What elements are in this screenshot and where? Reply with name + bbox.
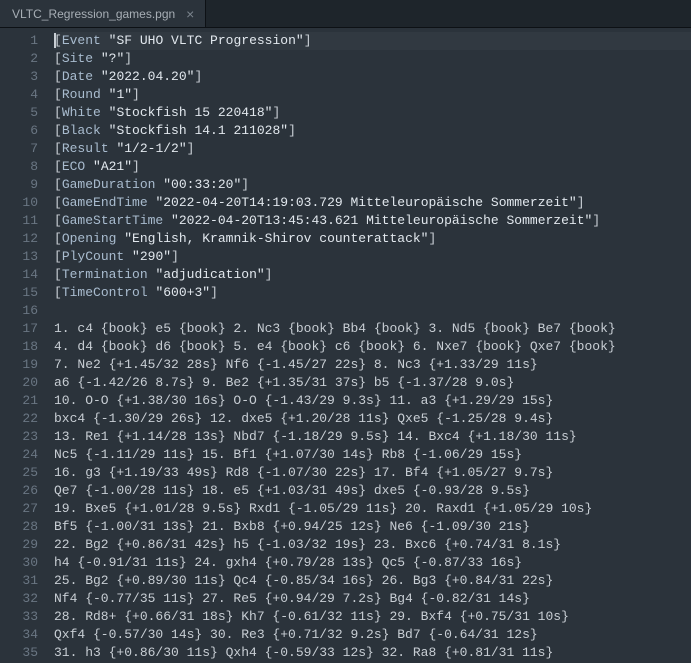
code-line[interactable]: 31. h3 {+0.86/30 11s} Qxh4 {-0.59/33 12s… bbox=[54, 644, 691, 662]
code-line[interactable]: 19. Bxe5 {+1.01/28 9.5s} Rxd1 {-1.05/29 … bbox=[54, 500, 691, 518]
code-line[interactable]: 1. c4 {book} e5 {book} 2. Nc3 {book} Bb4… bbox=[54, 320, 691, 338]
code-line[interactable]: Qe7 {-1.00/28 11s} 18. e5 {+1.03/31 49s}… bbox=[54, 482, 691, 500]
line-number: 26 bbox=[0, 482, 48, 500]
code-line[interactable]: bxc4 {-1.30/29 26s} 12. dxe5 {+1.20/28 1… bbox=[54, 410, 691, 428]
code-line[interactable]: [Date "2022.04.20"] bbox=[54, 68, 691, 86]
line-number: 35 bbox=[0, 644, 48, 662]
line-number: 21 bbox=[0, 392, 48, 410]
line-number: 10 bbox=[0, 194, 48, 212]
code-line[interactable]: [Termination "adjudication"] bbox=[54, 266, 691, 284]
code-line[interactable]: 4. d4 {book} d6 {book} 5. e4 {book} c6 {… bbox=[54, 338, 691, 356]
code-line[interactable]: Nc5 {-1.11/29 11s} 15. Bf1 {+1.07/30 14s… bbox=[54, 446, 691, 464]
code-line[interactable]: [Site "?"] bbox=[54, 50, 691, 68]
line-number: 9 bbox=[0, 176, 48, 194]
line-number: 1 bbox=[0, 32, 48, 50]
code-line[interactable]: [GameStartTime "2022-04-20T13:45:43.621 … bbox=[54, 212, 691, 230]
line-number: 23 bbox=[0, 428, 48, 446]
line-number: 25 bbox=[0, 464, 48, 482]
line-number: 18 bbox=[0, 338, 48, 356]
editor[interactable]: 1234567891011121314151617181920212223242… bbox=[0, 28, 691, 663]
code-line[interactable]: 7. Ne2 {+1.45/32 28s} Nf6 {-1.45/27 22s}… bbox=[54, 356, 691, 374]
line-number-gutter: 1234567891011121314151617181920212223242… bbox=[0, 28, 48, 663]
code-line[interactable]: 13. Re1 {+1.14/28 13s} Nbd7 {-1.18/29 9.… bbox=[54, 428, 691, 446]
code-line[interactable]: Nf4 {-0.77/35 11s} 27. Re5 {+0.94/29 7.2… bbox=[54, 590, 691, 608]
code-line[interactable]: [Round "1"] bbox=[54, 86, 691, 104]
code-line[interactable]: 10. O-O {+1.38/30 16s} O-O {-1.43/29 9.3… bbox=[54, 392, 691, 410]
code-line[interactable]: 16. g3 {+1.19/33 49s} Rd8 {-1.07/30 22s}… bbox=[54, 464, 691, 482]
line-number: 16 bbox=[0, 302, 48, 320]
code-line[interactable]: a6 {-1.42/26 8.7s} 9. Be2 {+1.35/31 37s}… bbox=[54, 374, 691, 392]
file-tab[interactable]: VLTC_Regression_games.pgn × bbox=[0, 0, 206, 27]
close-icon[interactable]: × bbox=[183, 7, 197, 21]
line-number: 32 bbox=[0, 590, 48, 608]
code-line[interactable]: 22. Bg2 {+0.86/31 42s} h5 {-1.03/32 19s}… bbox=[54, 536, 691, 554]
code-line[interactable]: [PlyCount "290"] bbox=[54, 248, 691, 266]
tab-filename: VLTC_Regression_games.pgn bbox=[12, 7, 175, 21]
code-line[interactable]: [GameDuration "00:33:20"] bbox=[54, 176, 691, 194]
code-line[interactable]: [Result "1/2-1/2"] bbox=[54, 140, 691, 158]
line-number: 28 bbox=[0, 518, 48, 536]
code-line[interactable]: [Black "Stockfish 14.1 211028"] bbox=[54, 122, 691, 140]
line-number: 7 bbox=[0, 140, 48, 158]
line-number: 4 bbox=[0, 86, 48, 104]
line-number: 22 bbox=[0, 410, 48, 428]
tab-bar: VLTC_Regression_games.pgn × bbox=[0, 0, 691, 28]
code-line[interactable]: [ECO "A21"] bbox=[54, 158, 691, 176]
line-number: 6 bbox=[0, 122, 48, 140]
line-number: 8 bbox=[0, 158, 48, 176]
line-number: 31 bbox=[0, 572, 48, 590]
code-content[interactable]: [Event "SF UHO VLTC Progression"][Site "… bbox=[48, 28, 691, 663]
code-line[interactable]: Qxf4 {-0.57/30 14s} 30. Re3 {+0.71/32 9.… bbox=[54, 626, 691, 644]
code-line[interactable]: [GameEndTime "2022-04-20T14:19:03.729 Mi… bbox=[54, 194, 691, 212]
line-number: 2 bbox=[0, 50, 48, 68]
code-line[interactable]: [White "Stockfish 15 220418"] bbox=[54, 104, 691, 122]
line-number: 17 bbox=[0, 320, 48, 338]
line-number: 15 bbox=[0, 284, 48, 302]
line-number: 29 bbox=[0, 536, 48, 554]
code-line[interactable]: h4 {-0.91/31 11s} 24. gxh4 {+0.79/28 13s… bbox=[54, 554, 691, 572]
line-number: 11 bbox=[0, 212, 48, 230]
line-number: 34 bbox=[0, 626, 48, 644]
code-line[interactable]: [Opening "English, Kramnik-Shirov counte… bbox=[54, 230, 691, 248]
line-number: 19 bbox=[0, 356, 48, 374]
line-number: 13 bbox=[0, 248, 48, 266]
line-number: 30 bbox=[0, 554, 48, 572]
code-line[interactable] bbox=[54, 302, 691, 320]
line-number: 5 bbox=[0, 104, 48, 122]
code-line[interactable]: 28. Rd8+ {+0.66/31 18s} Kh7 {-0.61/32 11… bbox=[54, 608, 691, 626]
line-number: 20 bbox=[0, 374, 48, 392]
code-line[interactable]: Bf5 {-1.00/31 13s} 21. Bxb8 {+0.94/25 12… bbox=[54, 518, 691, 536]
code-line[interactable]: 25. Bg2 {+0.89/30 11s} Qc4 {-0.85/34 16s… bbox=[54, 572, 691, 590]
line-number: 27 bbox=[0, 500, 48, 518]
line-number: 3 bbox=[0, 68, 48, 86]
line-number: 33 bbox=[0, 608, 48, 626]
code-line[interactable]: [Event "SF UHO VLTC Progression"] bbox=[54, 32, 691, 50]
line-number: 24 bbox=[0, 446, 48, 464]
line-number: 12 bbox=[0, 230, 48, 248]
code-line[interactable]: [TimeControl "600+3"] bbox=[54, 284, 691, 302]
line-number: 14 bbox=[0, 266, 48, 284]
